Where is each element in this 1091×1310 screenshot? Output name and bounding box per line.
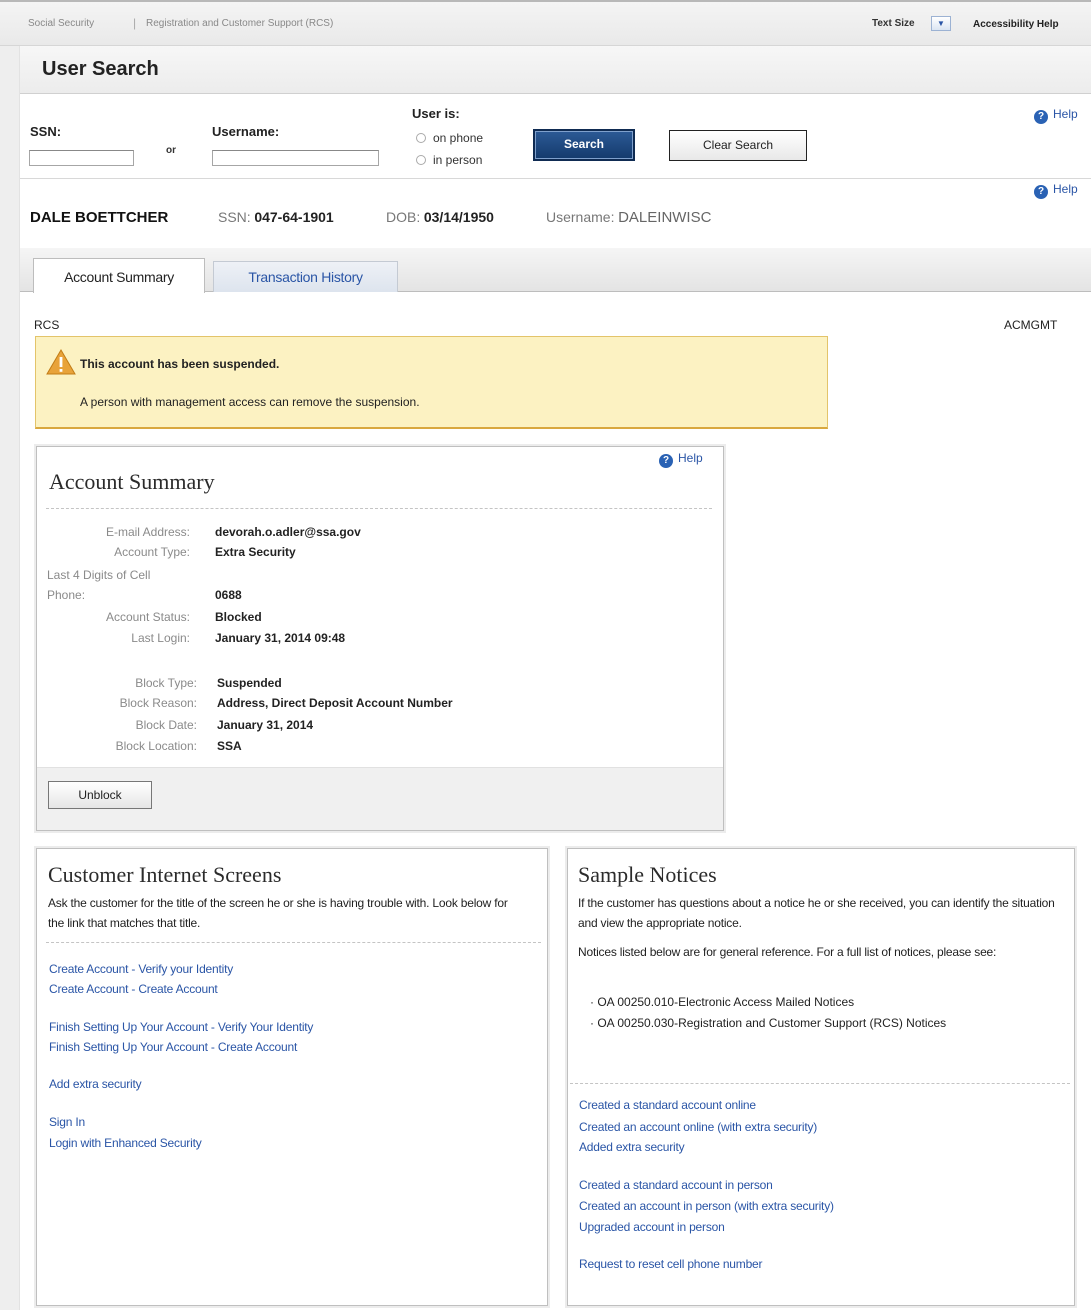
breadcrumb-social-security[interactable]: Social Security xyxy=(28,18,94,29)
left-gutter xyxy=(0,46,20,1310)
unblock-button[interactable]: Unblock xyxy=(48,781,152,809)
user-help-link[interactable]: ? Help xyxy=(1034,182,1078,199)
field-value-phone: 0688 xyxy=(215,588,242,602)
user-ssn-label: SSN: xyxy=(218,209,251,225)
field-value-account-status: Blocked xyxy=(215,610,262,624)
sample-notices-title: Sample Notices xyxy=(578,862,717,887)
tab-transaction-history[interactable]: Transaction History xyxy=(213,261,398,292)
field-value-account-type: Extra Security xyxy=(215,545,296,559)
notices-description: If the customer has questions about a no… xyxy=(578,896,1055,930)
divider xyxy=(20,178,1091,179)
notice-reference-item: · OA 00250.030-Registration and Customer… xyxy=(590,1016,947,1030)
divider xyxy=(46,508,712,509)
username-input[interactable] xyxy=(212,150,379,166)
field-label-email: E-mail Address: xyxy=(105,525,190,539)
user-username: Username: DALEINWISC xyxy=(546,209,711,226)
notices-reference: Notices listed below are for general ref… xyxy=(578,945,997,959)
customer-screens-title: Customer Internet Screens xyxy=(48,862,282,887)
divider xyxy=(570,1083,1070,1084)
alert-message: A person with management access can remo… xyxy=(80,395,420,409)
field-value-block-date: January 31, 2014 xyxy=(217,718,314,732)
user-ssn: SSN: 047-64-1901 xyxy=(218,209,334,225)
page-title: User Search xyxy=(42,58,159,80)
help-icon: ? xyxy=(1034,185,1048,199)
radio-label: in person xyxy=(433,153,483,167)
field-value-block-reason: Address, Direct Deposit Account Number xyxy=(217,696,453,710)
help-label: Help xyxy=(678,451,703,465)
help-icon: ? xyxy=(659,454,673,468)
field-label-block-type: Block Type: xyxy=(135,676,197,690)
field-label-block-location: Block Location: xyxy=(115,739,197,753)
tab-account-summary[interactable]: Account Summary xyxy=(33,258,205,293)
field-label-account-status: Account Status: xyxy=(105,610,190,624)
ssn-input[interactable] xyxy=(29,150,134,166)
link-added-extra-security[interactable]: Added extra security xyxy=(579,1140,685,1154)
username-label: Username: xyxy=(212,124,280,139)
field-label-block-date: Block Date: xyxy=(135,718,197,732)
customer-screens-description: Ask the customer for the title of the sc… xyxy=(48,896,508,930)
suspension-alert xyxy=(35,336,828,429)
alert-title: This account has been suspended. xyxy=(80,357,280,371)
search-button[interactable]: Search xyxy=(533,129,635,161)
notice-reference-text: OA 00250.030-Registration and Customer S… xyxy=(597,1016,947,1030)
text-size-dropdown[interactable]: ▼ xyxy=(931,16,951,31)
clear-search-button[interactable]: Clear Search xyxy=(669,130,807,161)
link-finish-setup-create[interactable]: Finish Setting Up Your Account - Create … xyxy=(49,1040,297,1054)
link-standard-account-in-person[interactable]: Created a standard account in person xyxy=(579,1178,773,1192)
help-label: Help xyxy=(1053,182,1078,196)
radio-label: on phone xyxy=(433,131,484,145)
field-value-block-location: SSA xyxy=(217,739,242,753)
help-label: Help xyxy=(1053,107,1078,121)
user-username-value: DALEINWISC xyxy=(618,209,712,226)
user-dob-value: 03/14/1950 xyxy=(423,209,494,225)
field-value-last-login: January 31, 2014 09:48 xyxy=(215,631,346,645)
link-finish-setup-verify[interactable]: Finish Setting Up Your Account - Verify … xyxy=(49,1020,313,1034)
radio-button-icon[interactable] xyxy=(416,155,426,165)
search-help-link[interactable]: ? Help xyxy=(1034,107,1078,124)
radio-in-person[interactable]: in person xyxy=(416,153,482,167)
link-upgraded-account-in-person[interactable]: Upgraded account in person xyxy=(579,1220,725,1234)
text-size-label: Text Size xyxy=(872,18,915,29)
help-icon: ? xyxy=(1034,110,1048,124)
or-label: or xyxy=(166,145,176,156)
user-is-label: User is: xyxy=(412,106,460,121)
notice-reference-text: OA 00250.010-Electronic Access Mailed No… xyxy=(597,995,855,1009)
field-label-phone: Phone: xyxy=(47,588,86,602)
accessibility-help-link[interactable]: Accessibility Help xyxy=(973,19,1059,30)
link-reset-cell-phone[interactable]: Request to reset cell phone number xyxy=(579,1257,763,1271)
field-value-email: devorah.o.adler@ssa.gov xyxy=(215,525,361,539)
link-create-account-create[interactable]: Create Account - Create Account xyxy=(49,982,218,996)
field-label-block-reason: Block Reason: xyxy=(119,696,197,710)
account-summary-title: Account Summary xyxy=(49,469,215,494)
divider xyxy=(46,942,541,943)
warning-icon xyxy=(46,349,76,375)
field-label-cell-digits: Last 4 Digits of Cell xyxy=(47,568,151,582)
user-username-label: Username: xyxy=(546,209,615,225)
link-account-in-person-extra-security[interactable]: Created an account in person (with extra… xyxy=(579,1199,834,1213)
link-login-enhanced-security[interactable]: Login with Enhanced Security xyxy=(49,1136,202,1150)
ssn-label: SSN: xyxy=(30,124,62,139)
radio-on-phone[interactable]: on phone xyxy=(416,131,483,145)
breadcrumb-separator: | xyxy=(133,16,137,30)
section-label-acmgmt: ACMGMT xyxy=(1004,318,1058,332)
link-create-account-verify[interactable]: Create Account - Verify your Identity xyxy=(49,962,233,976)
user-ssn-value: 047-64-1901 xyxy=(254,209,334,225)
section-label-rcs: RCS xyxy=(34,318,60,332)
summary-help-link[interactable]: ? Help xyxy=(659,451,703,468)
user-name: DALE BOETTCHER xyxy=(30,209,169,226)
user-dob-label: DOB: xyxy=(386,209,421,225)
field-value-block-type: Suspended xyxy=(217,676,282,690)
radio-button-icon[interactable] xyxy=(416,133,426,143)
link-add-extra-security[interactable]: Add extra security xyxy=(49,1077,142,1091)
field-label-account-type: Account Type: xyxy=(114,545,190,559)
breadcrumb-rcs[interactable]: Registration and Customer Support (RCS) xyxy=(146,18,333,29)
notice-reference-item: · OA 00250.010-Electronic Access Mailed … xyxy=(590,995,855,1009)
user-dob: DOB: 03/14/1950 xyxy=(386,209,494,225)
link-standard-account-online[interactable]: Created a standard account online xyxy=(579,1098,756,1112)
title-band xyxy=(20,46,1091,94)
field-label-last-login: Last Login: xyxy=(131,631,190,645)
link-account-online-extra-security[interactable]: Created an account online (with extra se… xyxy=(579,1120,817,1134)
link-sign-in[interactable]: Sign In xyxy=(49,1115,85,1129)
